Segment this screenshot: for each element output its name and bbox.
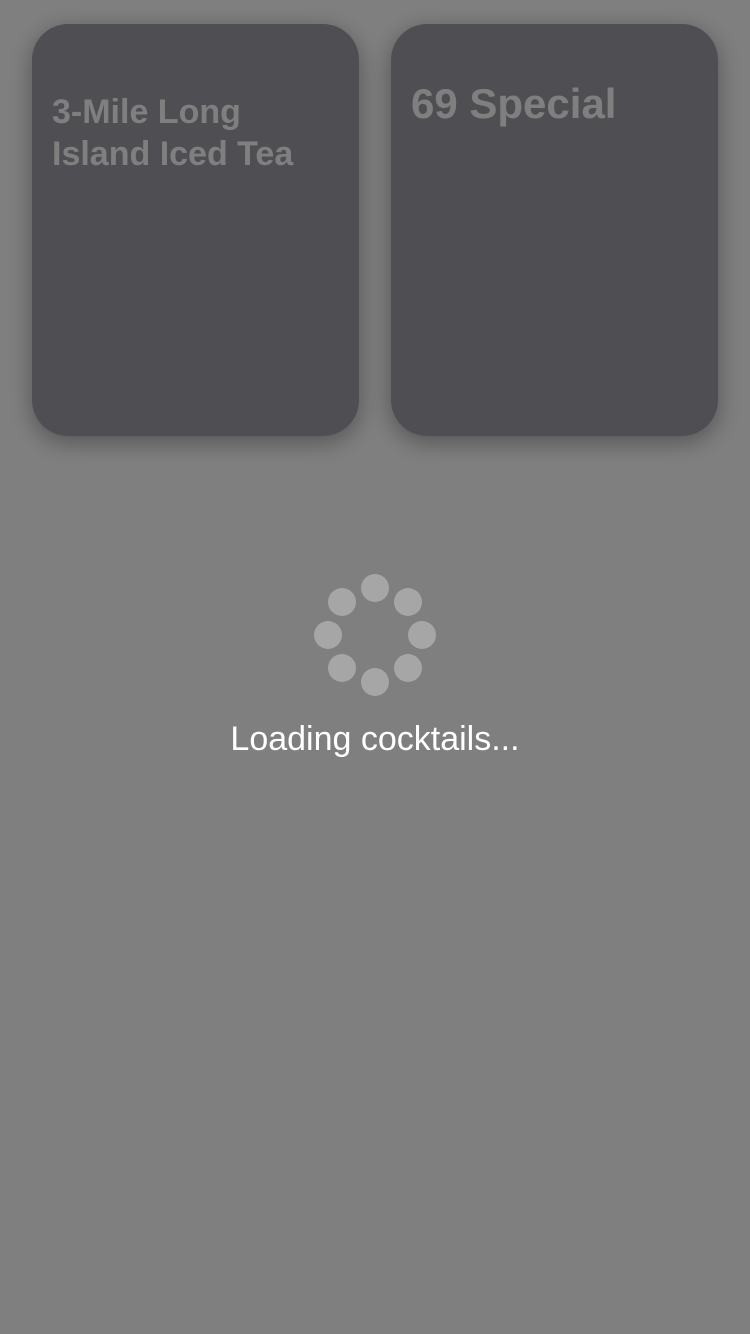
spinner-dot xyxy=(408,621,436,649)
spinner-dot xyxy=(394,654,423,683)
loading-message: Loading cocktails... xyxy=(230,720,520,758)
spinner-dot xyxy=(361,668,389,696)
loading-overlay: Loading cocktails... xyxy=(0,0,750,1334)
spinner-dot xyxy=(327,587,356,616)
spinner-dot xyxy=(327,654,356,683)
spinner-dot xyxy=(361,574,389,602)
spinner-dot xyxy=(394,587,423,616)
spinner-dot xyxy=(314,621,342,649)
